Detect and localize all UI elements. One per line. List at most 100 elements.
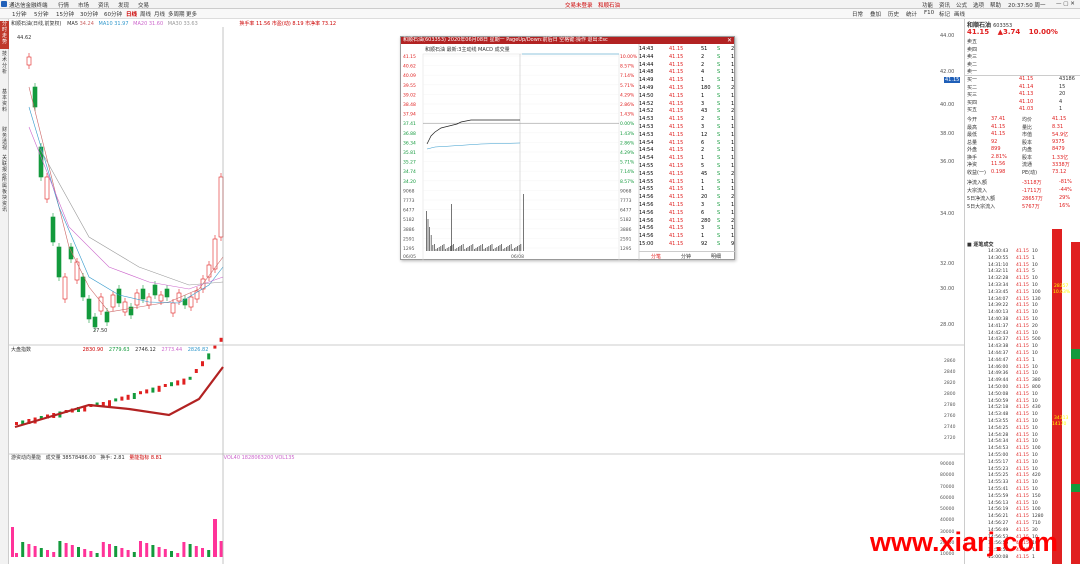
candle: [44, 176, 50, 200]
vtab-technical[interactable]: 技术分析: [0, 51, 9, 79]
popup-vol-bar: [502, 249, 504, 251]
menu-news[interactable]: 资讯: [98, 1, 109, 9]
ytick: 2760: [944, 414, 956, 419]
volume-bar: [151, 545, 155, 557]
popup-vol-bar: [446, 248, 448, 251]
trade-cell: 14:44:37: [988, 351, 1009, 356]
volume-bar: [21, 542, 25, 557]
tick-cell: S: [717, 209, 721, 216]
index-candle: [219, 337, 223, 342]
menu-market[interactable]: 市场: [78, 1, 89, 9]
period-more[interactable]: 更多: [186, 10, 197, 18]
tick-cell: 2: [701, 61, 705, 68]
popup-vol-bar: [523, 194, 524, 251]
vtab-intraday[interactable]: 分时走势: [0, 21, 9, 49]
popup-vol-bar: [451, 204, 452, 251]
tick-cell: 14:52: [639, 108, 654, 115]
tool-overlay[interactable]: 叠加: [870, 10, 881, 18]
trade-cell: 100: [1032, 289, 1041, 295]
trade-cell: 710: [1032, 521, 1041, 526]
trade-cell: 41.15: [1016, 391, 1029, 397]
candle: [164, 288, 170, 298]
trade-cell: 41.15: [1016, 453, 1029, 458]
menu-info[interactable]: 资讯: [939, 1, 950, 9]
tick-cell: 6: [701, 139, 705, 146]
window-controls[interactable]: — ▢ ✕: [1056, 1, 1075, 7]
tick-cell: 1: [731, 139, 735, 146]
trade-cell: 41.15: [1016, 283, 1029, 288]
period-week[interactable]: 周线: [140, 10, 151, 18]
trade-cell: 14:46:00: [988, 364, 1009, 370]
tick-cell: 14:56: [639, 217, 654, 224]
menu-options[interactable]: 选项: [973, 1, 984, 9]
period-month[interactable]: 月线: [154, 10, 165, 18]
vtab-finance[interactable]: 财务透视: [0, 127, 9, 153]
vtab-sector[interactable]: 所属板块: [0, 177, 9, 203]
period-30m[interactable]: 30分钟: [80, 10, 98, 18]
trade-cell: 41.15: [1016, 385, 1029, 390]
menu-discover[interactable]: 发现: [118, 1, 129, 9]
tick-detail-popup[interactable]: 和顺石油(603353) 2020年06月08日 星期一 PageUp/Down…: [400, 36, 736, 261]
tool-draw[interactable]: 画线: [954, 10, 965, 18]
popup-ytick: 1295: [403, 246, 415, 252]
period-multi[interactable]: 多周期: [168, 10, 185, 18]
tick-cell: 1: [731, 69, 735, 76]
period-15m[interactable]: 15分钟: [56, 10, 74, 18]
candle: [170, 302, 176, 314]
menu-func[interactable]: 功能: [922, 1, 933, 9]
tick-cell: S: [717, 186, 721, 193]
tab-stock[interactable]: 和顺石油: [598, 1, 620, 9]
trade-cell: 14:32:28: [988, 276, 1009, 282]
period-day[interactable]: 日线: [126, 10, 137, 18]
trade-cell: 14:43:38: [988, 344, 1009, 350]
btn-detail[interactable]: 明细: [711, 253, 721, 260]
current-price-tag: 41.15: [944, 77, 961, 83]
tick-cell: 1: [731, 209, 735, 216]
btn-ticks[interactable]: 分笔: [651, 253, 661, 260]
menu-formula[interactable]: 公式: [956, 1, 967, 9]
popup-ytick-right: 2.86%: [620, 102, 635, 108]
index-header: 大盘指数 2830.90 2779.63 2746.12 2773.44 282…: [11, 346, 208, 353]
period-1m[interactable]: 1分钟: [12, 10, 27, 18]
tick-cell: 14:49: [639, 77, 654, 84]
trade-cell: 10: [1032, 453, 1038, 458]
volume-bar: [95, 553, 99, 557]
tool-daily[interactable]: 日常: [852, 10, 863, 18]
trade-cell: 10: [1032, 398, 1038, 404]
trade-cell: 20: [1032, 323, 1038, 329]
trade-cell: 41.15: [1016, 371, 1029, 377]
close-icon[interactable]: ✕: [727, 37, 732, 44]
popup-vol-bar: [506, 247, 507, 251]
index-candle: [145, 389, 149, 394]
vtab-news[interactable]: 资讯: [0, 201, 9, 217]
menu-trade[interactable]: 交易: [138, 1, 149, 9]
popup-vol-bar: [466, 248, 467, 251]
vtab-basic[interactable]: 基本资料: [0, 89, 9, 115]
popup-vol-bar: [454, 249, 456, 251]
tick-cell: 9: [731, 241, 735, 247]
popup-vol-bar: [515, 247, 517, 251]
tick-cell: 180: [701, 85, 711, 91]
trade-cell: 41.15: [1016, 249, 1029, 254]
tool-f10[interactable]: F10: [924, 10, 934, 16]
tool-mark[interactable]: 标记: [939, 10, 950, 18]
menu-help[interactable]: 帮助: [990, 1, 1001, 9]
tool-stats[interactable]: 统计: [906, 10, 917, 18]
btn-minute[interactable]: 分钟: [681, 253, 691, 260]
x-label: 06/08: [511, 254, 524, 260]
volume-series: [11, 519, 223, 557]
volume-bar: [219, 541, 223, 557]
sell-level: 卖五: [967, 39, 978, 45]
ma-line: [38, 146, 224, 286]
popup-vol-bar: [462, 244, 464, 251]
period-60m[interactable]: 60分钟: [104, 10, 122, 18]
tab-trade-login[interactable]: 交易未登录: [565, 1, 593, 9]
popup-vol-bar: [472, 244, 474, 251]
tick-cell: 20: [701, 194, 708, 201]
tool-history[interactable]: 历史: [888, 10, 899, 18]
menu-quotes[interactable]: 行情: [58, 1, 69, 9]
volume-bar: [207, 550, 211, 557]
tick-cell: S: [717, 85, 721, 91]
trade-cell: 14:49:44: [988, 378, 1009, 384]
period-5m[interactable]: 5分钟: [34, 10, 49, 18]
